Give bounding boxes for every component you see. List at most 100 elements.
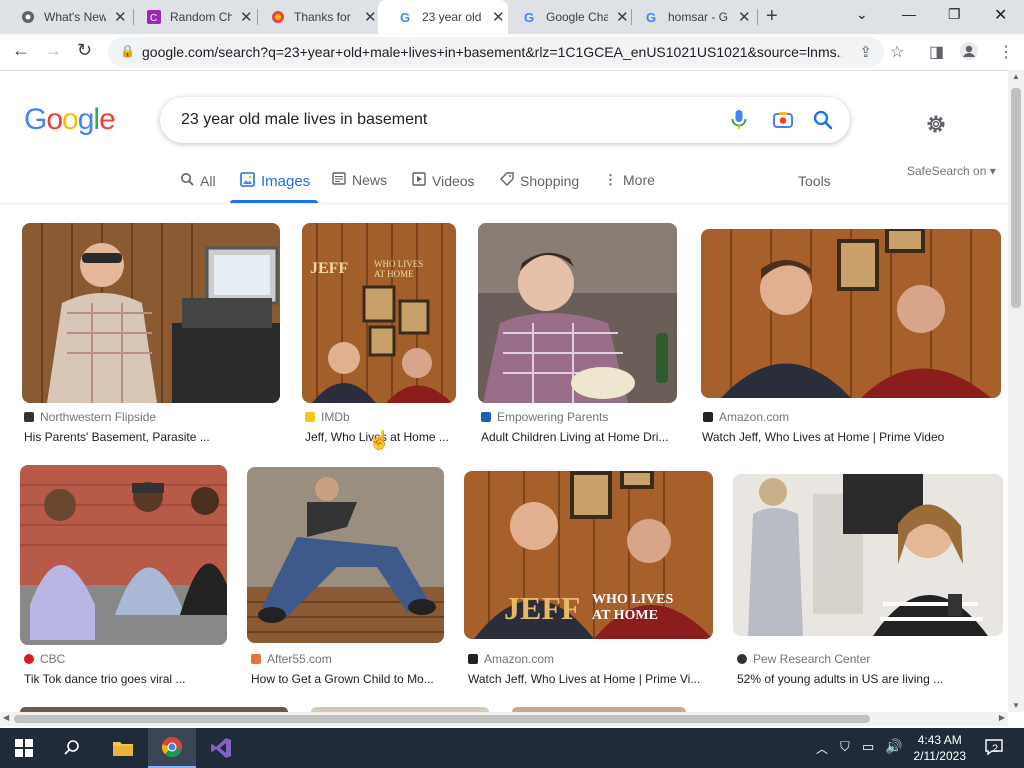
forward-icon[interactable]: →	[44, 40, 62, 61]
google-favicon-icon: G	[398, 9, 414, 25]
result-image[interactable]	[247, 467, 444, 643]
close-tab-icon[interactable]: ✕	[738, 8, 751, 26]
chrome-taskbar-button[interactable]	[148, 728, 196, 768]
source-favicon-icon	[24, 412, 34, 422]
tab-all[interactable]: All	[180, 172, 216, 189]
show-hidden-icons-icon[interactable]: ︿	[816, 740, 828, 757]
visual-studio-button[interactable]	[198, 728, 244, 768]
tab-images[interactable]: Images	[240, 172, 310, 190]
close-window-icon[interactable]: ✕	[994, 5, 1007, 25]
result-image[interactable]	[22, 223, 280, 403]
result-image[interactable]	[20, 465, 227, 645]
taskbar-search-button[interactable]	[48, 728, 96, 768]
tab-search-icon[interactable]: ⌄	[856, 6, 868, 23]
file-explorer-button[interactable]	[100, 728, 146, 768]
poster-subtitle: AT HOME	[374, 269, 414, 279]
share-icon[interactable]: ⇪	[859, 43, 872, 61]
browser-tab[interactable]: G Google Cha ✕	[502, 0, 632, 34]
result-image[interactable]: JEFF WHO LIVES AT HOME	[464, 471, 713, 639]
tag-icon	[500, 172, 514, 189]
result-image[interactable]: JEFF WHO LIVES AT HOME	[302, 223, 456, 403]
tab-label: News	[352, 172, 388, 188]
browser-tab[interactable]: What's New ✕	[0, 0, 134, 34]
close-tab-icon[interactable]: ✕	[114, 8, 127, 26]
security-icon[interactable]: ⛉	[840, 739, 850, 755]
clock-date: 2/11/2023	[913, 749, 967, 763]
google-logo[interactable]: Google	[24, 103, 116, 137]
chrome-icon	[162, 737, 182, 757]
result-caption[interactable]: How to Get a Grown Child to Mo...	[251, 672, 443, 686]
source-favicon-icon	[703, 412, 713, 422]
browser-tab[interactable]: Thanks for ✕	[250, 0, 382, 34]
tab-label: All	[200, 172, 216, 189]
tab-title: Google Cha	[546, 10, 608, 24]
scroll-down-icon[interactable]: ▼	[1012, 701, 1020, 710]
safesearch-toggle[interactable]: SafeSearch on ▾	[907, 164, 996, 178]
new-tab-button[interactable]: +	[766, 5, 778, 28]
scroll-right-icon[interactable]: ▶	[999, 713, 1005, 722]
back-icon[interactable]: ←	[12, 40, 30, 61]
gear-icon[interactable]	[924, 112, 948, 141]
google-lens-icon[interactable]	[772, 109, 794, 136]
volume-icon[interactable]: 🔊	[885, 738, 902, 755]
microphone-icon[interactable]	[730, 109, 748, 136]
chrome-favicon-icon	[20, 9, 36, 25]
scrollbar-thumb[interactable]	[14, 715, 870, 723]
result-caption[interactable]: Watch Jeff, Who Lives at Home | Prime Vi…	[468, 672, 710, 686]
poster-title: JEFF	[504, 590, 580, 626]
network-icon[interactable]: ▭	[862, 739, 874, 755]
start-button[interactable]	[0, 728, 48, 768]
tab-videos[interactable]: Videos	[412, 172, 475, 189]
result-caption[interactable]: Adult Children Living at Home Dri...	[481, 430, 677, 444]
search-box[interactable]: 23 year old male lives in basement	[160, 97, 850, 143]
tab-title: 23 year old	[422, 10, 482, 24]
address-bar[interactable]: 🔒 google.com/search?q=23+year+old+male+l…	[108, 37, 884, 67]
folder-icon	[113, 742, 133, 756]
tab-label: More	[623, 172, 655, 188]
vertical-scrollbar[interactable]: ▲ ▼	[1008, 70, 1024, 712]
lock-icon[interactable]: 🔒	[120, 44, 135, 58]
scrollbar-thumb[interactable]	[1011, 88, 1021, 308]
video-icon	[412, 172, 426, 189]
browser-tab-active[interactable]: G 23 year old ✕	[378, 0, 508, 34]
browser-tab[interactable]: C Random Cha ✕	[126, 0, 258, 34]
horizontal-scrollbar[interactable]: ◀ ▶	[0, 712, 1008, 726]
url-text[interactable]: google.com/search?q=23+year+old+male+liv…	[142, 44, 842, 60]
notification-center-button[interactable]: 2	[984, 737, 1004, 757]
tab-label: Shopping	[520, 172, 580, 189]
result-image[interactable]	[701, 229, 1001, 398]
result-caption[interactable]: Tik Tok dance trio goes viral ...	[24, 672, 234, 686]
result-caption[interactable]: Watch Jeff, Who Lives at Home | Prime Vi…	[702, 430, 1002, 444]
close-tab-icon[interactable]: ✕	[364, 8, 377, 26]
result-caption[interactable]: 52% of young adults in US are living ...	[737, 672, 997, 686]
browser-tab[interactable]: G homsar - G ✕	[624, 0, 758, 34]
poster-title: JEFF	[310, 260, 348, 277]
source-favicon-icon	[468, 654, 478, 664]
search-icon[interactable]	[812, 109, 834, 136]
reload-icon[interactable]: ↻	[77, 40, 92, 61]
search-input[interactable]: 23 year old male lives in basement	[181, 111, 427, 129]
result-image[interactable]	[478, 223, 677, 403]
menu-kebab-icon[interactable]: ⋮	[998, 42, 1014, 62]
minimize-icon[interactable]: —	[902, 6, 916, 22]
profile-avatar-icon[interactable]	[960, 42, 978, 65]
result-source: Amazon.com	[468, 652, 554, 666]
tools-button[interactable]: Tools	[798, 173, 831, 189]
result-image[interactable]	[733, 474, 1003, 636]
system-clock[interactable]: 4:43 AM 2/11/2023	[914, 732, 967, 764]
restore-icon[interactable]: ❐	[948, 6, 961, 23]
tab-more[interactable]: ⋮ More	[604, 172, 655, 188]
bookmark-star-icon[interactable]: ☆	[890, 42, 904, 62]
source-favicon-icon	[737, 654, 747, 664]
notification-count: 2	[992, 743, 999, 755]
tab-news[interactable]: News	[332, 172, 387, 188]
windows-logo-icon	[15, 739, 33, 757]
result-source: Pew Research Center	[737, 652, 870, 666]
result-source: Amazon.com	[703, 410, 789, 424]
scroll-up-icon[interactable]: ▲	[1012, 72, 1020, 81]
tab-shopping[interactable]: Shopping	[500, 172, 579, 189]
side-panel-icon[interactable]: ◨	[929, 42, 944, 62]
result-caption[interactable]: His Parents' Basement, Parasite ...	[24, 430, 274, 444]
scroll-left-icon[interactable]: ◀	[3, 713, 9, 722]
tab-title: Random Cha	[170, 10, 232, 24]
